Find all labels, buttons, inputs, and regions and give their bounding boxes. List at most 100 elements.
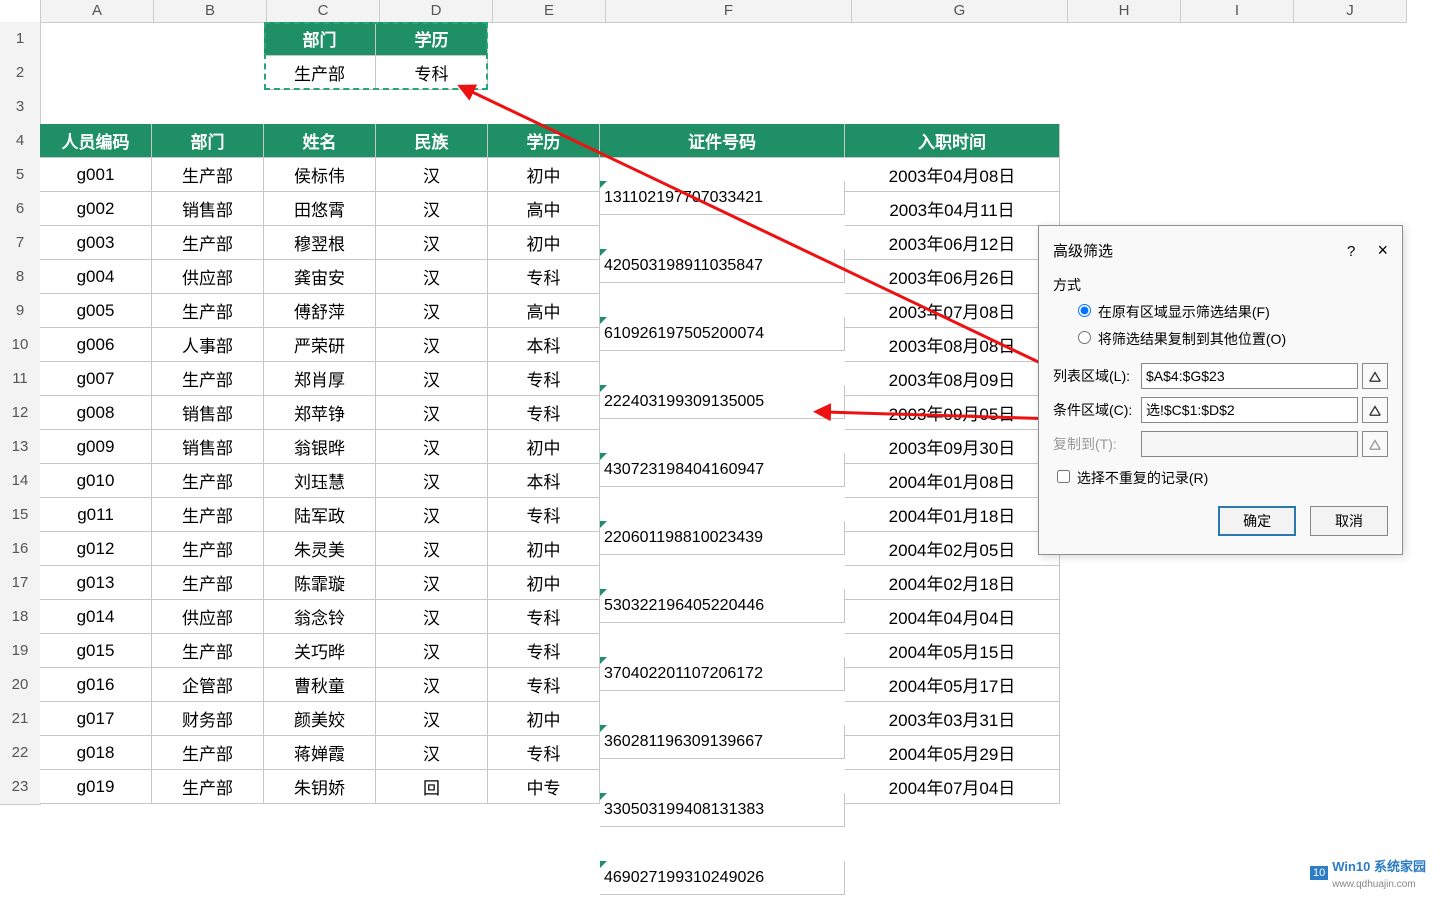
row-header[interactable]: 15: [0, 498, 41, 533]
row-header[interactable]: 11: [0, 362, 41, 397]
data-cell[interactable]: 专科: [488, 396, 600, 430]
table-header[interactable]: 民族: [376, 124, 488, 158]
table-header[interactable]: 学历: [488, 124, 600, 158]
id-cell[interactable]: 131102197707033421: [600, 181, 845, 215]
data-cell[interactable]: 汉: [376, 634, 488, 668]
data-cell[interactable]: 本科: [488, 328, 600, 362]
table-header[interactable]: 人员编码: [40, 124, 152, 158]
data-cell[interactable]: 曹秋童: [264, 668, 376, 702]
data-cell[interactable]: 初中: [488, 430, 600, 464]
data-cell[interactable]: 生产部: [152, 532, 264, 566]
data-cell[interactable]: 专科: [488, 498, 600, 532]
data-cell[interactable]: 郑苹铮: [264, 396, 376, 430]
id-cell[interactable]: 330503199408131383: [600, 793, 845, 827]
data-cell[interactable]: 2003年04月08日: [845, 158, 1060, 192]
data-cell[interactable]: 专科: [488, 736, 600, 770]
data-cell[interactable]: g005: [40, 294, 152, 328]
column-header[interactable]: D: [380, 0, 493, 23]
data-cell[interactable]: 2003年07月08日: [845, 294, 1060, 328]
id-cell[interactable]: 469027199310249026: [600, 861, 845, 895]
data-cell[interactable]: 蒋婵霞: [264, 736, 376, 770]
row-header[interactable]: 16: [0, 532, 41, 567]
data-cell[interactable]: 汉: [376, 260, 488, 294]
data-cell[interactable]: 销售部: [152, 192, 264, 226]
column-header[interactable]: I: [1181, 0, 1294, 23]
data-cell[interactable]: 人事部: [152, 328, 264, 362]
data-cell[interactable]: 生产部: [152, 736, 264, 770]
data-cell[interactable]: g010: [40, 464, 152, 498]
data-cell[interactable]: g007: [40, 362, 152, 396]
data-cell[interactable]: 汉: [376, 736, 488, 770]
row-header[interactable]: 18: [0, 600, 41, 635]
criteria-range-picker[interactable]: [1362, 397, 1388, 423]
data-cell[interactable]: 专科: [488, 634, 600, 668]
data-cell[interactable]: 2004年02月18日: [845, 566, 1060, 600]
id-cell[interactable]: 370402201107206172: [600, 657, 845, 691]
data-cell[interactable]: g001: [40, 158, 152, 192]
data-cell[interactable]: 2003年06月12日: [845, 226, 1060, 260]
data-cell[interactable]: 生产部: [152, 362, 264, 396]
data-cell[interactable]: 2004年01月08日: [845, 464, 1060, 498]
data-cell[interactable]: 2003年08月08日: [845, 328, 1060, 362]
data-cell[interactable]: 高中: [488, 294, 600, 328]
id-cell[interactable]: 220601198810023439: [600, 521, 845, 555]
data-cell[interactable]: 专科: [488, 600, 600, 634]
data-cell[interactable]: 回: [376, 770, 488, 804]
row-header[interactable]: 23: [0, 770, 41, 805]
data-cell[interactable]: 2004年07月04日: [845, 770, 1060, 804]
row-header[interactable]: 2: [0, 56, 41, 91]
row-header[interactable]: 4: [0, 124, 41, 159]
data-cell[interactable]: 生产部: [152, 566, 264, 600]
data-cell[interactable]: 严荣研: [264, 328, 376, 362]
data-cell[interactable]: 生产部: [152, 464, 264, 498]
data-cell[interactable]: 销售部: [152, 430, 264, 464]
list-range-input[interactable]: [1141, 363, 1358, 389]
id-cell[interactable]: 222403199309135005: [600, 385, 845, 419]
data-cell[interactable]: 侯标伟: [264, 158, 376, 192]
table-header[interactable]: 证件号码: [600, 124, 845, 158]
data-cell[interactable]: 供应部: [152, 600, 264, 634]
data-cell[interactable]: 汉: [376, 702, 488, 736]
data-cell[interactable]: 2003年06月26日: [845, 260, 1060, 294]
data-cell[interactable]: 初中: [488, 532, 600, 566]
data-cell[interactable]: 专科: [488, 362, 600, 396]
data-cell[interactable]: 穆翌根: [264, 226, 376, 260]
data-cell[interactable]: 生产部: [152, 158, 264, 192]
data-cell[interactable]: 生产部: [152, 498, 264, 532]
list-range-picker[interactable]: [1362, 363, 1388, 389]
data-cell[interactable]: g015: [40, 634, 152, 668]
data-cell[interactable]: g016: [40, 668, 152, 702]
data-cell[interactable]: 汉: [376, 226, 488, 260]
data-cell[interactable]: 初中: [488, 566, 600, 600]
column-header[interactable]: J: [1294, 0, 1407, 23]
data-cell[interactable]: 中专: [488, 770, 600, 804]
data-cell[interactable]: 汉: [376, 430, 488, 464]
data-cell[interactable]: 供应部: [152, 260, 264, 294]
data-cell[interactable]: 汉: [376, 498, 488, 532]
data-cell[interactable]: g002: [40, 192, 152, 226]
data-cell[interactable]: 刘珏慧: [264, 464, 376, 498]
data-cell[interactable]: g003: [40, 226, 152, 260]
row-header[interactable]: 17: [0, 566, 41, 601]
data-cell[interactable]: g014: [40, 600, 152, 634]
data-cell[interactable]: 生产部: [152, 634, 264, 668]
row-header[interactable]: 8: [0, 260, 41, 295]
data-cell[interactable]: 翁银晔: [264, 430, 376, 464]
data-cell[interactable]: 企管部: [152, 668, 264, 702]
filter-inplace-option[interactable]: 在原有区域显示筛选结果(F): [1073, 301, 1388, 322]
data-cell[interactable]: 汉: [376, 532, 488, 566]
data-cell[interactable]: 郑肖厚: [264, 362, 376, 396]
column-header[interactable]: C: [267, 0, 380, 23]
id-cell[interactable]: 530322196405220446: [600, 589, 845, 623]
data-cell[interactable]: 本科: [488, 464, 600, 498]
column-header[interactable]: B: [154, 0, 267, 23]
data-cell[interactable]: g008: [40, 396, 152, 430]
data-cell[interactable]: g017: [40, 702, 152, 736]
data-cell[interactable]: g012: [40, 532, 152, 566]
data-cell[interactable]: 田悠霄: [264, 192, 376, 226]
table-header[interactable]: 部门: [152, 124, 264, 158]
help-button[interactable]: ?: [1347, 243, 1355, 260]
data-cell[interactable]: g018: [40, 736, 152, 770]
data-cell[interactable]: 2003年09月30日: [845, 430, 1060, 464]
column-header[interactable]: E: [493, 0, 606, 23]
